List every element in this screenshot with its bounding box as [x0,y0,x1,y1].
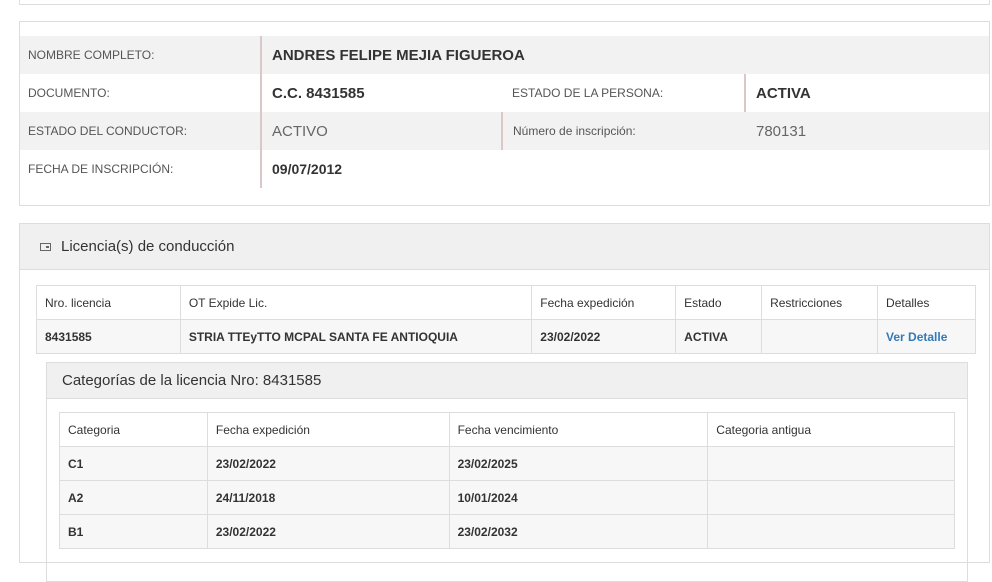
table-row: A2 24/11/2018 10/01/2024 [59,480,955,515]
id-card-icon [40,242,51,251]
label-estado-persona: ESTADO DE LA PERSONA: [512,86,664,100]
row-estado-conductor: ESTADO DEL CONDUCTOR: ACTIVO Número de i… [20,112,989,150]
row-documento: DOCUMENTO: C.C. 8431585 ESTADO DE LA PER… [20,74,989,112]
person-info-panel: NOMBRE COMPLETO: ANDRES FELIPE MEJIA FIG… [19,21,990,206]
cell-fecha-vencimiento: 23/02/2032 [448,514,709,549]
cell-categoria: A2 [59,480,208,515]
cell-fecha-expedicion: 23/02/2022 [206,514,450,549]
col-restricciones: Restricciones [761,285,879,320]
cell-categoria: C1 [59,446,208,481]
cell-fecha-vencimiento: 10/01/2024 [448,480,709,515]
col-fecha-expedicion: Fecha expedición [531,285,677,320]
col-categoria-antigua: Categoria antigua [707,412,955,447]
cell-fecha-vencimiento: 23/02/2025 [448,446,709,481]
cell-estado: ACTIVA [675,319,763,354]
label-fecha-inscripcion: FECHA DE INSCRIPCIÓN: [28,162,174,176]
value-nombre: ANDRES FELIPE MEJIA FIGUEROA [260,36,525,74]
value-estado-conductor: ACTIVO [260,112,328,150]
cell-nro-licencia: 8431585 [36,319,181,354]
value-fecha-inscripcion: 09/07/2012 [260,150,342,188]
cell-fecha-expedicion: 24/11/2018 [206,480,450,515]
cell-categoria-antigua [707,514,955,549]
label-documento: DOCUMENTO: [28,86,110,100]
licencias-panel: Licencia(s) de conducción Nro. licencia … [19,223,990,582]
licencias-title: Licencia(s) de conducción [61,238,235,255]
label-nombre: NOMBRE COMPLETO: [28,48,155,62]
table-row: B1 23/02/2022 23/02/2032 [59,514,955,549]
row-nombre: NOMBRE COMPLETO: ANDRES FELIPE MEJIA FIG… [20,36,989,74]
col-fecha-vencimiento: Fecha vencimiento [448,412,709,447]
table-row: 8431585 STRIA TTEyTTO MCPAL SANTA FE ANT… [36,319,976,354]
cell-categoria: B1 [59,514,208,549]
cell-categoria-antigua [707,446,955,481]
col-nro-licencia: Nro. licencia [36,285,181,320]
col-ot-expide: OT Expide Lic. [179,285,533,320]
table-row: C1 23/02/2022 23/02/2025 [59,446,955,481]
table-header-row: Nro. licencia OT Expide Lic. Fecha exped… [36,285,976,320]
value-num-inscripcion: 780131 [756,122,807,140]
col-categoria: Categoria [59,412,208,447]
ver-detalle-link[interactable]: Ver Detalle [886,330,947,344]
cell-detalles: Ver Detalle [877,319,976,354]
categorias-panel: Categorías de la licencia Nro: 8431585 C… [46,362,968,582]
col-detalles: Detalles [877,285,976,320]
cell-categoria-antigua [707,480,955,515]
table-header-row: Categoria Fecha expedición Fecha vencimi… [59,412,955,447]
previous-panel-edge [19,0,990,5]
label-num-inscripcion: Número de inscripción: [501,112,636,150]
cell-restricciones [761,319,879,354]
categorias-table: Categoria Fecha expedición Fecha vencimi… [59,412,955,549]
value-estado-persona: ACTIVA [744,74,811,112]
cell-fecha-expedicion: 23/02/2022 [531,319,677,354]
cell-fecha-expedicion: 23/02/2022 [206,446,450,481]
row-fecha-inscripcion: FECHA DE INSCRIPCIÓN: 09/07/2012 [20,150,989,188]
categorias-title: Categorías de la licencia Nro: 8431585 [47,363,967,399]
cell-ot-expide: STRIA TTEyTTO MCPAL SANTA FE ANTIOQUIA [179,319,533,354]
licencias-table: Nro. licencia OT Expide Lic. Fecha exped… [36,285,976,354]
col-fecha-expedicion: Fecha expedición [206,412,450,447]
col-estado: Estado [675,285,763,320]
value-documento: C.C. 8431585 [260,74,365,112]
label-estado-conductor: ESTADO DEL CONDUCTOR: [28,124,188,138]
licencias-header: Licencia(s) de conducción [20,224,989,270]
